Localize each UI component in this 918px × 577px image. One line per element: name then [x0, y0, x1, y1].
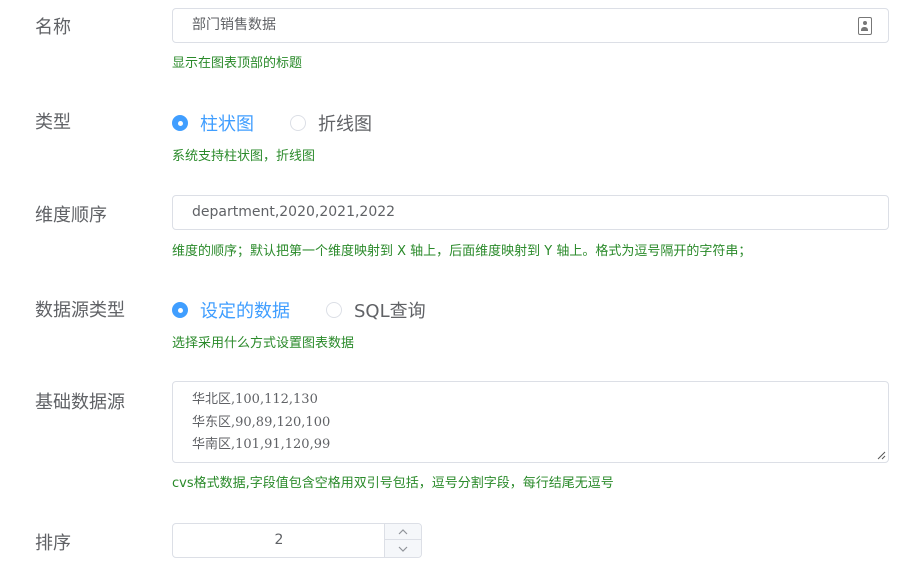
radio-unchecked-icon [290, 115, 306, 131]
dimension-order-value: department,2020,2021,2022 [192, 204, 396, 220]
resize-handle-icon[interactable] [876, 450, 886, 460]
radio-checked-icon [172, 115, 188, 131]
datasource-radio-sql-label: SQL查询 [354, 301, 426, 322]
textarea-line: 华东区,90,89,120,100 [192, 414, 331, 430]
datasource-radio-preset[interactable]: 设定的数据 [172, 297, 290, 323]
contact-card-icon[interactable] [858, 17, 872, 35]
sort-label: 排序 [35, 533, 71, 554]
name-input-value: 部门销售数据 [192, 17, 276, 33]
name-input[interactable]: 部门销售数据 [172, 8, 889, 43]
chevron-up-icon [398, 528, 408, 534]
dimension-order-input[interactable]: department,2020,2021,2022 [172, 195, 889, 230]
radio-checked-icon [172, 302, 188, 318]
name-label: 名称 [35, 17, 71, 38]
datasource-type-radio-group: 设定的数据 SQL查询 [172, 297, 462, 323]
type-radio-bar[interactable]: 柱状图 [172, 110, 254, 136]
type-radio-line-label: 折线图 [318, 114, 372, 135]
base-datasource-label: 基础数据源 [35, 392, 125, 413]
datasource-type-label: 数据源类型 [35, 300, 125, 321]
sort-stepper [384, 524, 421, 557]
type-radio-line[interactable]: 折线图 [290, 110, 372, 136]
type-label: 类型 [35, 112, 71, 133]
increment-button[interactable] [385, 524, 421, 540]
datasource-type-hint: 选择采用什么方式设置图表数据 [172, 336, 355, 351]
dimension-order-hint: 维度的顺序；默认把第一个维度映射到 X 轴上，后面维度映射到 Y 轴上。格式为逗… [172, 244, 752, 259]
textarea-line: 华北区,100,112,130 [192, 392, 318, 407]
dimension-order-label: 维度顺序 [35, 205, 107, 226]
name-hint: 显示在图表顶部的标题 [172, 56, 303, 71]
sort-value[interactable]: 2 [173, 524, 385, 557]
radio-unchecked-icon [326, 302, 342, 318]
base-datasource-textarea[interactable]: 华北区,100,112,130 华东区,90,89,120,100 华南区,10… [172, 381, 889, 463]
base-datasource-hint: cvs格式数据,字段值包含空格用双引号包括，逗号分割字段，每行结尾无逗号 [172, 476, 614, 491]
chevron-down-icon [398, 546, 408, 552]
type-radio-bar-label: 柱状图 [200, 114, 254, 135]
type-hint: 系统支持柱状图，折线图 [172, 149, 316, 164]
datasource-radio-sql[interactable]: SQL查询 [326, 297, 426, 323]
decrement-button[interactable] [385, 541, 421, 557]
textarea-line: 华南区,101,91,120,99 [192, 437, 331, 452]
datasource-radio-preset-label: 设定的数据 [200, 301, 290, 322]
type-radio-group: 柱状图 折线图 [172, 110, 408, 136]
sort-number-input[interactable]: 2 [172, 523, 422, 558]
